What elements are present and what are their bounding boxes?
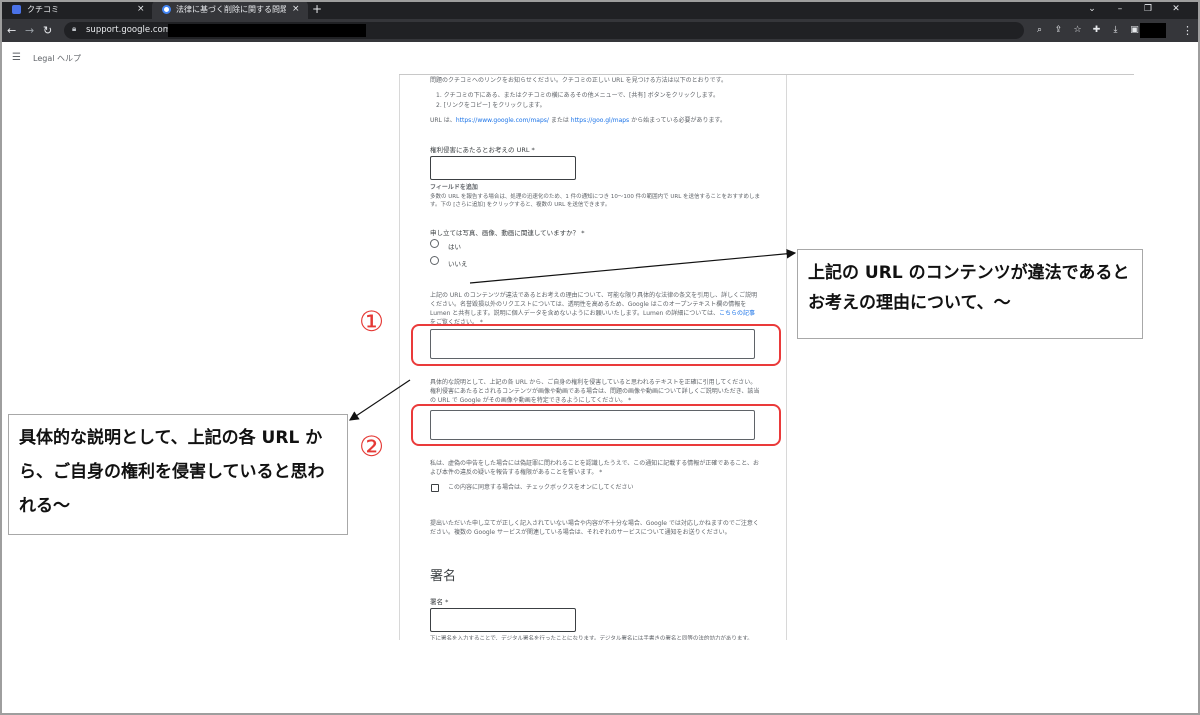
minimize-icon[interactable]: – xyxy=(1106,0,1134,19)
radio-yes[interactable] xyxy=(430,239,439,248)
tab-legal-removal[interactable]: 法律に基づく削除に関する問題を報 × xyxy=(152,0,308,19)
add-field-note: 多数の URL を報告する場合は、処理の迅速化のため、1 件の通知につき 10～… xyxy=(430,194,761,208)
highlight-box-2 xyxy=(411,404,781,446)
notice-text: 提出いただいた申し立てが正しく記入されていない場合や内容が不十分な場合、Goog… xyxy=(430,520,759,536)
lumen-article-link[interactable]: こちらの記事 xyxy=(719,310,755,317)
tab-title: 法律に基づく削除に関する問題を報 xyxy=(176,5,286,14)
step-2: 2. [リンクをコピー] をクリックします。 xyxy=(436,102,546,109)
add-field-link[interactable]: フィールドを追加 xyxy=(430,183,770,192)
browser-toolbar: ← → ↻ 🔒︎ support.google.com ⌕ ⇪ ☆ ✚ ⤓ ▣ ⋮ xyxy=(0,19,1200,42)
close-tab-icon[interactable]: × xyxy=(137,0,145,19)
tab-search-icon[interactable]: ⌄ xyxy=(1078,0,1106,19)
agree-checkbox[interactable] xyxy=(431,484,439,492)
marker-2: ② xyxy=(359,430,385,463)
tab-strip: クチコミ × 法律に基づく削除に関する問題を報 × + ⌄–❐✕ xyxy=(0,0,1200,19)
url-field-label: 権利侵害にあたるとお考えの URL * xyxy=(430,146,535,154)
url-intro: 問題のクチコミへのリンクをお知らせください。クチコミの正しい URL を見つける… xyxy=(430,77,727,84)
screen: クチコミ × 法律に基づく削除に関する問題を報 × + ⌄–❐✕ ← → ↻ 🔒… xyxy=(0,0,1200,715)
marker-1: ① xyxy=(359,305,385,338)
menu-kebab-icon[interactable]: ⋮ xyxy=(1182,19,1193,42)
agree-checkbox-label: この内容に同意する場合は、チェックボックスをオンにしてください xyxy=(448,484,634,491)
radio-no-label: いいえ xyxy=(448,260,468,268)
zoom-icon[interactable]: ⌕ xyxy=(1030,19,1049,42)
callout-detail: 具体的な説明として、上記の各 URL から、ご自身の権利を侵害していると思われる… xyxy=(8,414,348,535)
address-bar[interactable]: 🔒︎ support.google.com xyxy=(64,22,1024,39)
reload-icon[interactable]: ↻ xyxy=(43,19,52,42)
media-question: 申し立ては写真、画像、動画に関連していますか？ * xyxy=(430,229,585,237)
url-text: support.google.com xyxy=(86,25,171,35)
signature-label: 署名 * xyxy=(430,598,449,606)
step-1: 1. クチコミの下にある、またはクチコミの横にあるその他メニューで、[共有] ボ… xyxy=(436,92,720,99)
toolbar-icons: ⌕ ⇪ ☆ ✚ ⤓ ▣ xyxy=(1030,19,1144,42)
close-tab-icon[interactable]: × xyxy=(292,0,300,19)
radio-yes-label: はい xyxy=(448,243,461,251)
forward-icon[interactable]: → xyxy=(25,19,34,42)
highlight-box-1 xyxy=(411,324,781,366)
download-icon[interactable]: ⤓ xyxy=(1106,19,1125,42)
tab-kuchikomi[interactable]: クチコミ × xyxy=(0,0,152,19)
detail-label: 具体的な説明として、上記の各 URL から、ご自身の権利を侵害していると思われる… xyxy=(430,379,760,404)
close-window-icon[interactable]: ✕ xyxy=(1162,0,1190,19)
redacted-url-path xyxy=(168,24,366,37)
app-header: ☰ Legal ヘルプ xyxy=(0,42,1200,75)
brand-title[interactable]: Legal ヘルプ xyxy=(33,53,81,64)
signature-section-title: 署名 xyxy=(430,569,457,584)
reason-label: 上記の URL のコンテンツが違法であるとお考えの理由について、可能な限り具体的… xyxy=(430,292,758,326)
declaration-text: 私は、虚偽の申告をした場合には偽証罪に問われることを認識したうえで、この通知に記… xyxy=(430,460,759,476)
new-tab-button[interactable]: + xyxy=(312,0,322,19)
share-icon[interactable]: ⇪ xyxy=(1049,19,1068,42)
back-icon[interactable]: ← xyxy=(7,19,16,42)
restore-icon[interactable]: ❐ xyxy=(1134,0,1162,19)
redacted-profile xyxy=(1140,23,1166,38)
google-favicon-icon xyxy=(162,5,171,14)
maps-url-link[interactable]: https://www.google.com/maps/ xyxy=(456,117,549,124)
extensions-icon[interactable]: ✚ xyxy=(1087,19,1106,42)
radio-no[interactable] xyxy=(430,256,439,265)
favicon-icon xyxy=(12,5,21,14)
goo-gl-url-link[interactable]: https://goo.gl/maps xyxy=(571,117,629,124)
signature-note: 下に署名を入力することで、デジタル署名を行ったことになります。デジタル署名には手… xyxy=(430,636,753,640)
url-format-note: URL は、https://www.google.com/maps/ または h… xyxy=(430,117,726,124)
callout-reason: 上記の URL のコンテンツが違法であるとお考えの理由について、～ xyxy=(797,249,1143,339)
window-controls: ⌄ – ❐ ✕ xyxy=(1078,0,1190,19)
tab-title: クチコミ xyxy=(27,5,59,14)
hamburger-menu-icon[interactable]: ☰ xyxy=(12,52,21,63)
infringing-url-input[interactable] xyxy=(430,156,576,180)
signature-input[interactable] xyxy=(430,608,576,632)
lock-icon[interactable]: 🔒︎ xyxy=(72,24,76,34)
bookmark-star-icon[interactable]: ☆ xyxy=(1068,19,1087,42)
